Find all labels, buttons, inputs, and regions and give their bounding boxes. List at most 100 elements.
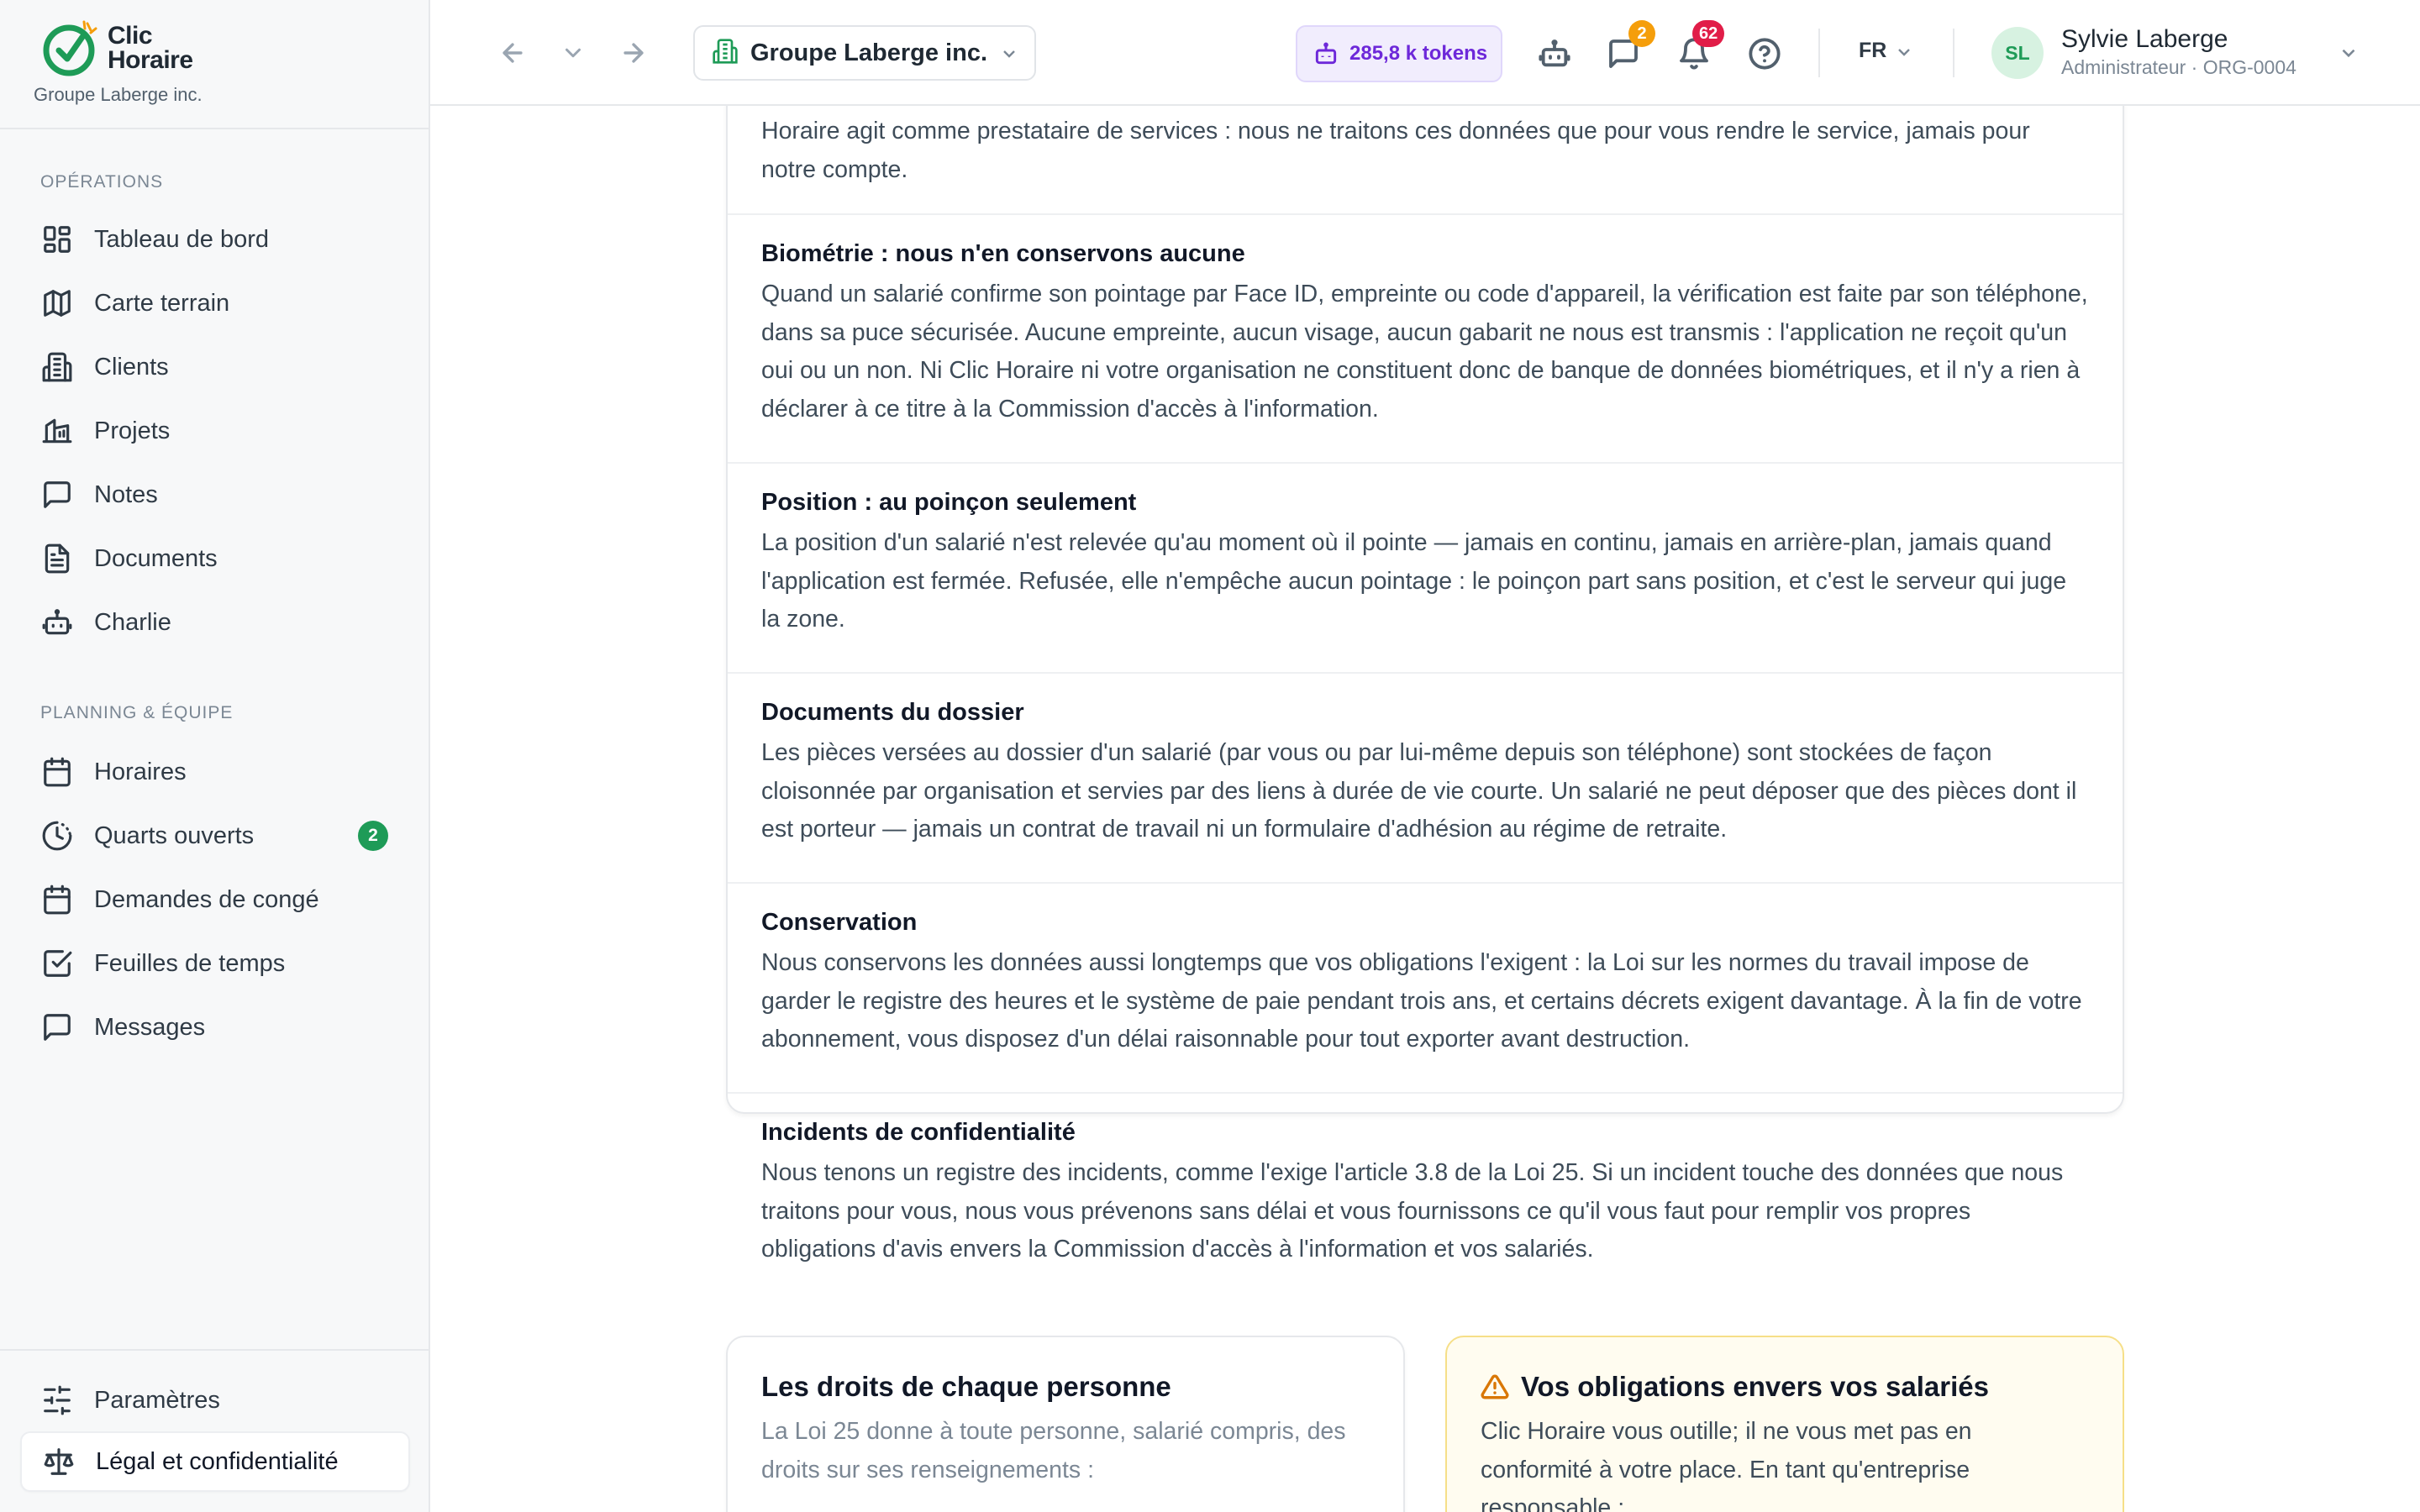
- sidebar-item-map[interactable]: Carte terrain: [20, 277, 410, 329]
- sidebar-item-dashboard[interactable]: Tableau de bord: [20, 213, 410, 265]
- section-divider: [728, 672, 2123, 674]
- section-retention: Conservation Nous conservons les données…: [728, 906, 2123, 1059]
- section-title-planning: Planning & équipe: [40, 703, 234, 722]
- dashboard-icon: [40, 223, 74, 256]
- building-icon: [712, 38, 739, 69]
- section-title: Conservation: [761, 909, 918, 936]
- section-divider: [728, 462, 2123, 464]
- help-button[interactable]: [1746, 35, 1783, 72]
- language-selector[interactable]: FR: [1859, 39, 1886, 63]
- section-documents: Documents du dossier Les pièces versées …: [728, 696, 2123, 849]
- section-title-operations: Opérations: [40, 172, 164, 192]
- partial-intro-text: Horaire agit comme prestataire de servic…: [761, 118, 2030, 183]
- sidebar-item-schedules[interactable]: Horaires: [20, 746, 410, 798]
- topbar: Groupe Laberge inc. 285,8 k tokens 2 62 …: [430, 0, 2420, 106]
- notifications-badge: 62: [1692, 20, 1725, 47]
- section-divider: [728, 1092, 2123, 1094]
- clock-icon: [40, 819, 74, 853]
- section-title: Incidents de confidentialité: [761, 1119, 1076, 1146]
- arrow-right-icon: [623, 43, 644, 63]
- section-incidents: Incidents de confidentialité Nous tenons…: [728, 1116, 2123, 1269]
- avatar[interactable]: SL: [1991, 27, 2044, 79]
- sidebar-item-projects[interactable]: Projets: [20, 405, 410, 457]
- section-body: Nous conservons les données aussi longte…: [761, 949, 2082, 1053]
- sidebar-item-label: Tableau de bord: [94, 225, 269, 253]
- brand-org: Groupe Laberge inc.: [34, 84, 203, 105]
- folder-icon: [40, 414, 74, 448]
- section-title: Position : au poinçon seulement: [761, 489, 1137, 516]
- obligations-card-body: Clic Horaire vous outille; il ne vous me…: [1481, 1418, 1972, 1512]
- user-name[interactable]: Sylvie Laberge: [2061, 25, 2228, 54]
- tokens-badge[interactable]: 285,8 k tokens: [1296, 25, 1502, 82]
- section-title: Documents du dossier: [761, 699, 1024, 726]
- topbar-separator: [1953, 29, 1954, 77]
- back-button[interactable]: [494, 34, 531, 71]
- obligations-card-title: Vos obligations envers vos salariés: [1521, 1371, 1989, 1402]
- history-dropdown-button[interactable]: [555, 34, 592, 71]
- brand-name-line1: Clic: [108, 22, 153, 50]
- section-biometrics: Biométrie : nous n'en conservons aucune …: [728, 237, 2123, 428]
- section-title: Biométrie : nous n'en conservons aucune: [761, 240, 1245, 267]
- open-shifts-count-badge: 2: [358, 821, 388, 851]
- scale-icon: [42, 1445, 76, 1478]
- rights-card: Les droits de chaque personne La Loi 25 …: [726, 1336, 1405, 1512]
- chevron-down-icon: [999, 44, 1019, 68]
- sidebar-item-settings[interactable]: Paramètres: [20, 1374, 410, 1426]
- partial-intro-section: Horaire agit comme prestataire de servic…: [728, 113, 2123, 189]
- sidebar-item-label: Légal et confidentialité: [96, 1447, 339, 1475]
- org-selector[interactable]: Groupe Laberge inc.: [693, 25, 1036, 81]
- sidebar-item-charlie[interactable]: Charlie: [20, 596, 410, 648]
- section-body: Nous tenons un registre des incidents, c…: [761, 1159, 2064, 1263]
- map-icon: [40, 286, 74, 320]
- rights-card-title: Les droits de chaque personne: [761, 1371, 1171, 1402]
- assistant-button[interactable]: [1536, 35, 1573, 72]
- sidebar-item-notes[interactable]: Notes: [20, 469, 410, 521]
- sidebar-item-messages[interactable]: Messages: [20, 1001, 410, 1053]
- user-menu-chevron-down-icon[interactable]: [2338, 42, 2360, 68]
- brand-logo: Clic Horaire: [40, 18, 217, 79]
- sidebar-item-legal[interactable]: Légal et confidentialité: [20, 1431, 410, 1492]
- sidebar-item-label: Quarts ouverts: [94, 822, 255, 849]
- sidebar-item-label: Charlie: [94, 608, 171, 636]
- sidebar: Clic Horaire Groupe Laberge inc. Opérati…: [0, 0, 430, 1512]
- topbar-separator: [1818, 29, 1820, 77]
- sidebar-item-label: Carte terrain: [94, 289, 230, 317]
- sidebar-item-label: Documents: [94, 544, 218, 572]
- chevron-down-icon[interactable]: [1894, 42, 1914, 66]
- alert-triangle-icon: [1481, 1374, 1509, 1399]
- arrow-left-icon: [502, 43, 523, 63]
- section-body: Quand un salarié confirme son pointage p…: [761, 281, 2088, 423]
- check-square-icon: [40, 947, 74, 980]
- rights-card-body: La Loi 25 donne à toute personne, salari…: [761, 1418, 1346, 1483]
- sidebar-divider: [0, 128, 429, 129]
- sidebar-item-label: Clients: [94, 353, 169, 381]
- bot-icon: [1539, 39, 1570, 67]
- sidebar-item-label: Feuilles de temps: [94, 949, 286, 977]
- brand-name-line2: Horaire: [108, 46, 193, 74]
- user-role: Administrateur · ORG-0004: [2061, 56, 2296, 78]
- forward-button[interactable]: [615, 34, 652, 71]
- sidebar-item-label: Notes: [94, 480, 158, 508]
- sidebar-item-leave-requests[interactable]: Demandes de congé: [20, 874, 410, 926]
- sidebar-item-open-shifts[interactable]: Quarts ouverts 2: [20, 810, 410, 862]
- bot-icon: [1315, 42, 1337, 65]
- file-text-icon: [40, 542, 74, 575]
- help-circle-icon: [1749, 38, 1781, 70]
- section-divider: [728, 213, 2123, 215]
- section-position: Position : au poinçon seulement La posit…: [728, 486, 2123, 639]
- main-content: Horaire agit comme prestataire de servic…: [430, 106, 2420, 1512]
- tokens-label: 285,8 k tokens: [1349, 42, 1488, 65]
- section-body: La position d'un salarié n'est relevée q…: [761, 529, 2067, 633]
- section-divider: [728, 882, 2123, 884]
- building-icon: [40, 350, 74, 384]
- sliders-icon: [40, 1383, 74, 1417]
- sidebar-item-timesheets[interactable]: Feuilles de temps: [20, 937, 410, 990]
- message-square-icon: [40, 478, 74, 512]
- sidebar-item-clients[interactable]: Clients: [20, 341, 410, 393]
- sidebar-item-label: Demandes de congé: [94, 885, 319, 913]
- org-selector-label: Groupe Laberge inc.: [750, 39, 987, 66]
- sidebar-item-label: Messages: [94, 1013, 206, 1041]
- sidebar-divider: [0, 1349, 429, 1351]
- sidebar-item-documents[interactable]: Documents: [20, 533, 410, 585]
- privacy-card: Horaire agit comme prestataire de servic…: [726, 106, 2124, 1263]
